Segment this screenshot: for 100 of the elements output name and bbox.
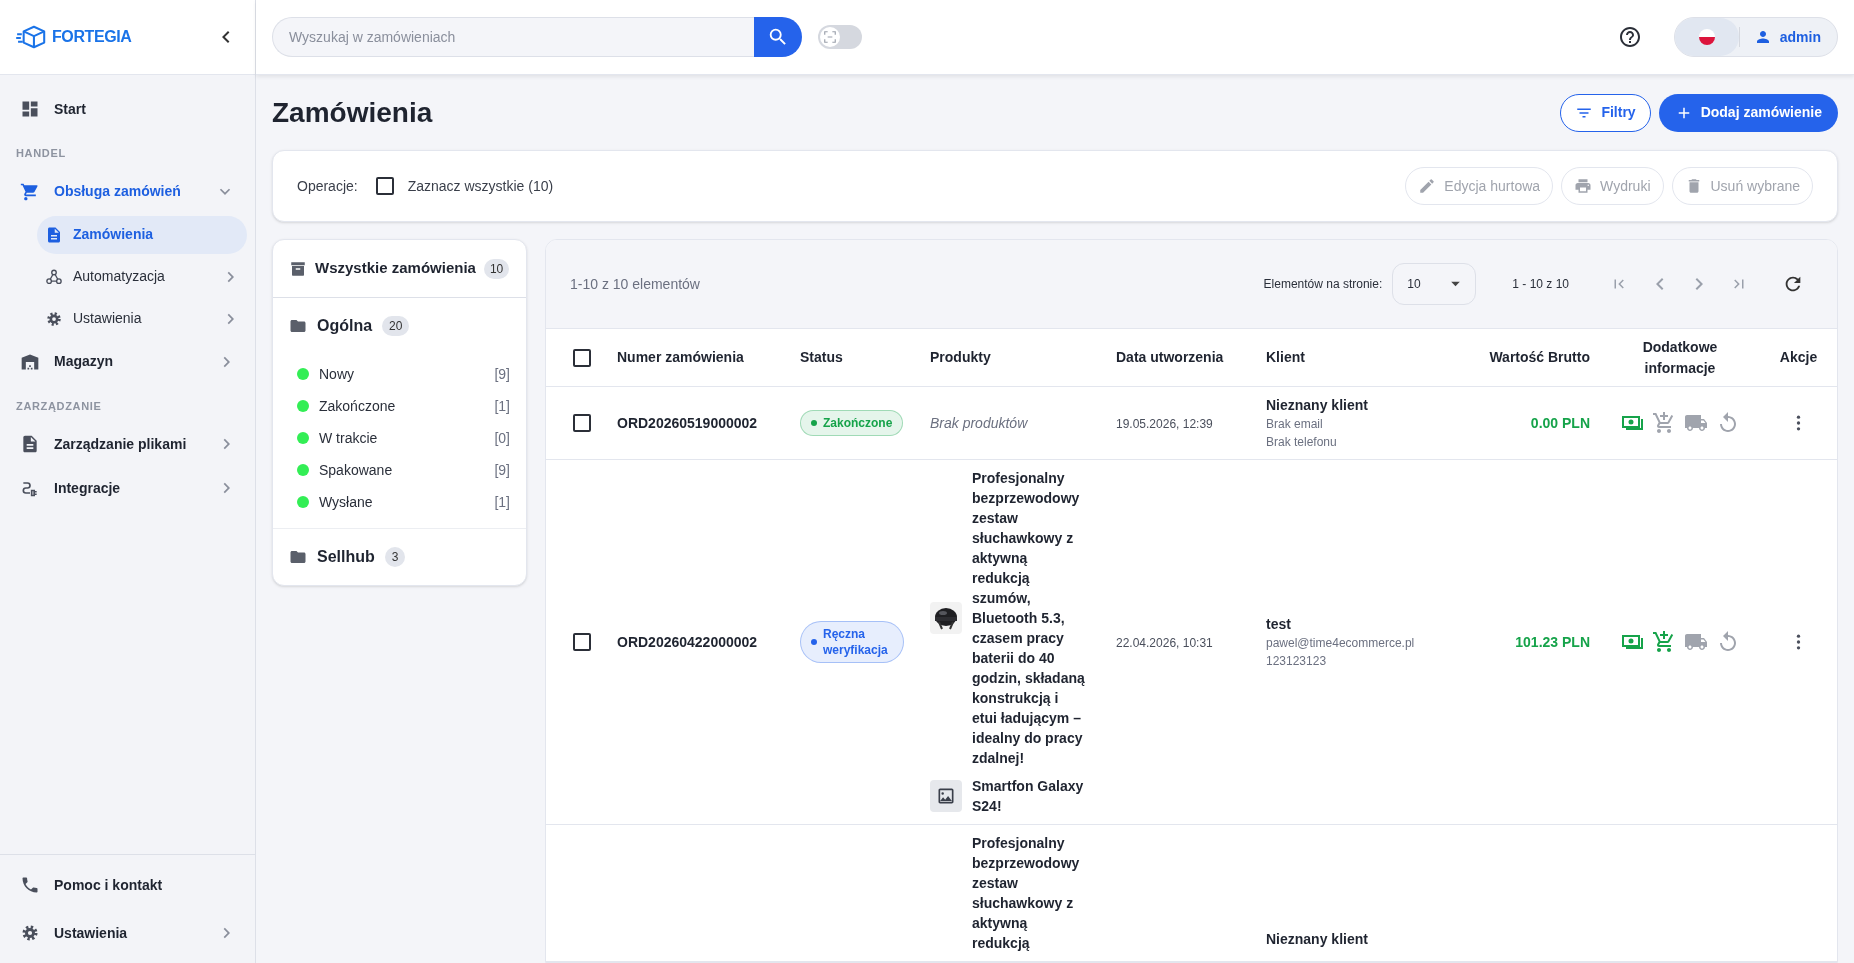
per-page-select[interactable]: 10	[1392, 263, 1477, 305]
user-name: admin	[1779, 27, 1821, 47]
help-icon	[1617, 25, 1642, 49]
sidebar-item[interactable]: Zarządzanie plikami	[8, 422, 247, 466]
column-header: Wartość Brutto	[1489, 348, 1590, 367]
count-badge: 20	[382, 316, 410, 336]
more-icon	[1796, 633, 1801, 651]
filter-group[interactable]: Ogólna 20	[273, 298, 526, 354]
order-number: ORD20260422000002	[617, 633, 758, 650]
group-label: Ogólna	[317, 316, 373, 336]
column-header: Produkty	[930, 348, 991, 367]
language-button[interactable]	[1674, 18, 1739, 56]
checkbox[interactable]	[572, 633, 591, 651]
sidebar-subitem[interactable]: Automatyzacja	[37, 257, 247, 296]
status-label: W trakcie	[319, 428, 378, 448]
folder-icon	[289, 317, 307, 335]
status-filter-item[interactable]: Spakowane [9]	[273, 454, 526, 486]
user-menu[interactable]: admin	[1673, 17, 1838, 57]
status-label: Nowy	[319, 364, 354, 384]
product-name: Profesjonalny bezprzewodowy zestaw słuchawkowy z aktywną redukcją szumów, Bluetooth 5.3, czasem pracy baterii do 40 godzin, składaną konstrukcją i etui ładującym – idealny do pracy zdalnej!	[972, 469, 1086, 768]
checkbox[interactable]	[375, 177, 394, 195]
search-button[interactable]	[754, 17, 802, 57]
checkbox[interactable]	[572, 348, 591, 367]
filter-group[interactable]: Sellhub 3	[273, 529, 526, 585]
product-name: Smartfon Galaxy S24!	[972, 777, 1085, 816]
checkbox[interactable]	[572, 414, 591, 432]
sidebar-subitem[interactable]: Zamówienia	[37, 215, 247, 254]
logo-text: FORTEGIA	[52, 27, 132, 47]
chevron-left-icon	[1654, 277, 1664, 291]
settings-icon	[20, 923, 40, 943]
sidebar-item[interactable]: Integracje	[8, 466, 247, 510]
operations-label: Operacje:	[297, 176, 358, 196]
status-label: Spakowane	[319, 460, 393, 480]
status-filter-item[interactable]: Wysłane [1]	[273, 486, 526, 518]
client-name: Nieznany klient	[1266, 930, 1369, 949]
status-filter-item[interactable]: W trakcie [0]	[273, 422, 526, 454]
filter-label: Wszystkie zamówienia	[315, 258, 476, 279]
document-icon	[45, 225, 63, 244]
column-header: Dodatkowe informacje	[1641, 337, 1719, 378]
status-filter-item[interactable]: Zakończone [1]	[273, 390, 526, 422]
column-header: Klient	[1266, 348, 1305, 367]
search-icon	[767, 26, 789, 48]
column-header: Status	[800, 348, 843, 367]
status-count: [1]	[494, 492, 510, 512]
dashboard-icon	[20, 99, 40, 119]
nodes-icon	[45, 267, 63, 286]
status-filter-item[interactable]: Nowy [9]	[273, 358, 526, 390]
sidebar-item[interactable]: Pomoc i kontakt	[8, 863, 247, 907]
client-name: test	[1266, 615, 1292, 634]
product-name: Profesjonalny bezprzewodowy zestaw słuchawkowy z aktywną redukcją	[972, 834, 1081, 953]
client-name: Nieznany klient	[1266, 396, 1369, 415]
chevron-right-icon	[1694, 277, 1704, 291]
group-label: Sellhub	[317, 547, 375, 567]
sidebar-item[interactable]: Ustawienia	[8, 911, 247, 955]
cart-icon	[20, 181, 40, 202]
column-header: Akcje	[1779, 348, 1818, 367]
status-count: [9]	[494, 364, 510, 384]
folder-icon	[289, 548, 307, 566]
more-icon	[1796, 414, 1801, 432]
sidebar-subitem[interactable]: Ustawienia	[37, 299, 247, 338]
status-text: Zakończone	[823, 415, 893, 431]
sidebar-item[interactable]: Start	[8, 87, 247, 131]
checkbox-label: Zaznacz wszystkie (10)	[407, 176, 554, 196]
column-header: Numer zamówienia	[617, 348, 744, 367]
toggle-switch[interactable]	[818, 25, 862, 49]
order-value: 101.23 PLN	[1515, 633, 1590, 650]
client-detail: Brak telefonu	[1266, 434, 1338, 451]
page-title: Zamówienia	[272, 95, 433, 130]
client-detail: Brak email	[1266, 416, 1324, 433]
status-count: [1]	[494, 396, 510, 416]
page-range: 1 - 10 z 10	[1512, 276, 1569, 293]
status-label: Wysłane	[319, 492, 373, 512]
count-badge: 3	[384, 547, 406, 567]
chevron-left-icon	[220, 30, 230, 44]
order-date: 19.05.2026, 12:39	[1116, 416, 1213, 431]
sidebar-item[interactable]: Obsługa zamówień	[8, 169, 247, 214]
client-detail: 123123123	[1266, 653, 1328, 670]
search-field[interactable]: Wyszukaj w zamówieniach	[272, 17, 754, 57]
order-value: 0.00 PLN	[1530, 414, 1590, 431]
scan-icon	[823, 30, 837, 44]
per-page-label: Elementów na stronie:	[1263, 276, 1383, 293]
box-icon	[289, 259, 307, 278]
order-number: ORD20260519000002	[617, 414, 758, 431]
results-summary: 1-10 z 10 elementów	[570, 274, 700, 294]
client-detail: pawel@time4ecommerce.pl	[1266, 635, 1416, 652]
section-label: HANDEL	[15, 146, 67, 161]
settings-icon	[45, 309, 63, 328]
image-icon	[936, 786, 956, 806]
status-label: Zakończone	[319, 396, 396, 416]
status-count: [0]	[494, 428, 510, 448]
printer-icon	[1574, 177, 1593, 195]
filter-button[interactable]: Filtry	[1560, 93, 1651, 132]
sidebar-item[interactable]: Magazyn	[8, 339, 247, 384]
document-icon	[20, 434, 40, 454]
no-products-text: Brak produktów	[930, 413, 1029, 433]
add-order-button[interactable]: Dodaj zamówienie	[1658, 93, 1838, 132]
filter-item[interactable]: Wszystkie zamówienia 10	[273, 240, 526, 298]
status-text: Ręczna weryfikacja	[823, 626, 889, 658]
flag-icon	[1697, 28, 1716, 46]
column-header: Data utworzenia	[1116, 348, 1224, 367]
